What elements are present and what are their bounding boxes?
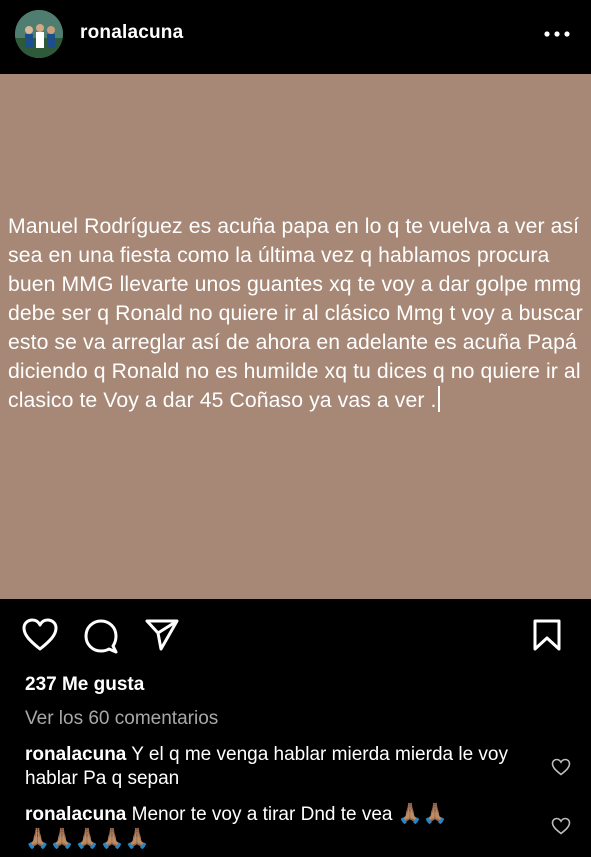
comment-text: Menor te voy a tirar Dnd te vea bbox=[126, 804, 398, 825]
like-count[interactable]: 237 Me gusta bbox=[25, 674, 144, 696]
send-icon[interactable] bbox=[144, 618, 180, 652]
comment-item: ronalacuna Menor te voy a tirar Dnd te v… bbox=[25, 802, 525, 852]
post-text-content: Manuel Rodríguez es acuña papa en lo q t… bbox=[8, 215, 583, 413]
praying-hands-emoji: 🙏🏽🙏🏽 bbox=[397, 803, 448, 825]
post-text: Manuel Rodríguez es acuña papa en lo q t… bbox=[8, 213, 586, 416]
praying-hands-emoji: 🙏🏽🙏🏽🙏🏽🙏🏽🙏🏽 bbox=[25, 828, 150, 850]
post-image[interactable]: Manuel Rodríguez es acuña papa en lo q t… bbox=[0, 74, 591, 599]
ellipsis-icon[interactable] bbox=[543, 24, 571, 44]
heart-icon[interactable] bbox=[22, 618, 58, 652]
avatar-image bbox=[15, 10, 63, 58]
avatar[interactable] bbox=[15, 10, 63, 58]
comment-item: ronalacuna Y el q me venga hablar mierda… bbox=[25, 743, 525, 791]
comment-username[interactable]: ronalacuna bbox=[25, 804, 126, 825]
username[interactable]: ronalacuna bbox=[80, 22, 183, 44]
view-comments-link[interactable]: Ver los 60 comentarios bbox=[25, 708, 218, 730]
comment-username[interactable]: ronalacuna bbox=[25, 744, 126, 765]
post-header: ronalacuna bbox=[0, 0, 591, 72]
text-cursor bbox=[438, 386, 441, 413]
bookmark-icon[interactable] bbox=[532, 618, 562, 652]
comment-like-icon[interactable] bbox=[551, 758, 571, 776]
action-bar bbox=[0, 600, 591, 670]
comment-like-icon[interactable] bbox=[551, 817, 571, 835]
comment-icon[interactable] bbox=[83, 618, 119, 654]
